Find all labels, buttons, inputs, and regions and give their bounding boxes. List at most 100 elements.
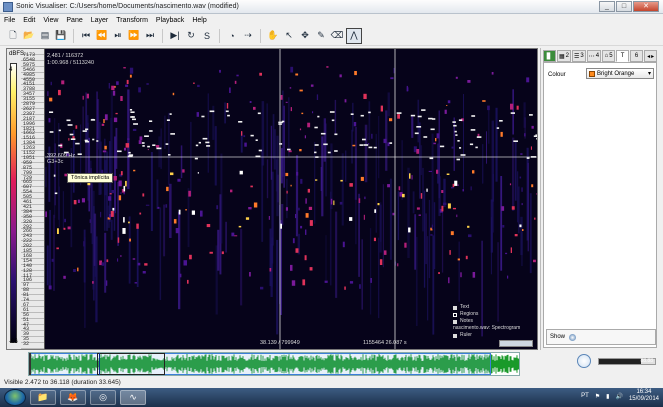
save-icon[interactable]: 💾 bbox=[54, 29, 68, 43]
layer-tabs: ▊ ▦ 2 ☰ 3 ⋯ 4 ⌂ 5 T 6 ◂ ▸ bbox=[543, 50, 658, 62]
legend-item: Notes bbox=[453, 318, 520, 325]
erase-icon[interactable]: ⌫ bbox=[330, 29, 344, 43]
db-bottom-label: -66 bbox=[9, 339, 18, 345]
overview-view-box[interactable] bbox=[97, 353, 165, 375]
network-icon[interactable]: ▮ bbox=[606, 393, 609, 400]
tab-scroll-arrows[interactable]: ◂ ▸ bbox=[644, 50, 658, 62]
selection-end-label: 1155464 26.087 s bbox=[363, 340, 407, 346]
tab-layer-1[interactable]: ▊ bbox=[543, 50, 556, 62]
playback-gain-slider[interactable]: 88.88 bbox=[598, 358, 656, 365]
legend-item: Ruler bbox=[453, 332, 520, 339]
select-arrow-icon[interactable]: ↖ bbox=[282, 29, 296, 43]
rewind-icon[interactable]: ⏪ bbox=[95, 29, 109, 43]
playback-speed-dial[interactable] bbox=[577, 354, 591, 368]
vertical-scale: dBFS 4 -66 7173 6548 5975 5466 4985 4550 4151 3… bbox=[7, 49, 45, 349]
solo-icon[interactable]: S bbox=[200, 29, 214, 43]
loop-icon[interactable]: ↻ bbox=[184, 29, 198, 43]
start-button[interactable] bbox=[4, 389, 26, 406]
language-indicator[interactable]: PT bbox=[581, 393, 589, 399]
tab-layer-2[interactable]: ▦ 2 bbox=[557, 50, 572, 62]
menu-layer[interactable]: Layer bbox=[87, 17, 113, 24]
menu-playback[interactable]: Playback bbox=[152, 17, 188, 24]
selection-start-label: 38.139 / 799949 bbox=[260, 340, 300, 346]
tab-layer-6[interactable]: 6 bbox=[630, 50, 644, 62]
chrome-icon[interactable]: ◎ bbox=[90, 390, 116, 405]
toolbar: 🗋 📂 ▤ 💾 ⏮ ⏪ ⏯ ⏩ ⏭ ▶| ↻ S ◔ ⇢ ✋ ↖ ✥ ✎ ⌫ ⋀ bbox=[0, 26, 663, 46]
new-file-icon[interactable]: 🗋 bbox=[6, 29, 20, 43]
menu-file[interactable]: File bbox=[0, 17, 19, 24]
note-readout: G3+3c bbox=[47, 159, 64, 165]
play-pause-icon[interactable]: ⏯ bbox=[111, 29, 125, 43]
draw-pen-icon[interactable]: ✎ bbox=[314, 29, 328, 43]
menu-pane[interactable]: Pane bbox=[62, 17, 86, 24]
show-toggle-icon[interactable] bbox=[569, 333, 577, 341]
spectrogram[interactable]: 2,481 / 116372 1:00.968 / 5113240 392.60… bbox=[45, 49, 537, 349]
maximize-button[interactable]: □ bbox=[616, 1, 632, 12]
colour-label: Colour bbox=[548, 72, 566, 78]
overview-waveform[interactable] bbox=[28, 352, 520, 376]
colour-value: Bright Orange bbox=[597, 70, 635, 77]
legend-item: Text bbox=[453, 304, 520, 311]
db-top-label: 4 bbox=[9, 67, 13, 73]
legend-swatch bbox=[453, 312, 457, 317]
menu-view[interactable]: View bbox=[39, 17, 62, 24]
view-scroll-button[interactable] bbox=[499, 340, 533, 347]
ruler-tab-icon: ☰ bbox=[574, 53, 580, 60]
show-layer-row: Show bbox=[546, 329, 656, 345]
play-selection-icon[interactable]: ▶| bbox=[168, 29, 182, 43]
rewind-start-icon[interactable]: ⏮ bbox=[79, 29, 93, 43]
menu-help[interactable]: Help bbox=[188, 17, 210, 24]
playback-cursor[interactable] bbox=[99, 353, 100, 375]
clock[interactable]: 16:34 15/09/2014 bbox=[629, 389, 659, 403]
legend-swatch bbox=[453, 319, 457, 324]
layer-legend: Text Regions Notes nascimento.wav: Spect… bbox=[453, 304, 520, 339]
frequency-tick-label: 32 bbox=[23, 341, 30, 348]
tab-layer-4[interactable]: ⋯ 4 bbox=[586, 50, 602, 62]
tab-layer-3[interactable]: ☰ 3 bbox=[572, 50, 586, 62]
time-readout: 1:00.968 / 5113240 bbox=[47, 60, 94, 66]
open-recent-icon[interactable]: ▤ bbox=[38, 29, 52, 43]
window-controls: _ □ ✕ bbox=[599, 1, 659, 12]
move-icon[interactable]: ✥ bbox=[298, 29, 312, 43]
legend-swatch bbox=[453, 333, 457, 338]
colour-scale-bar bbox=[10, 63, 17, 343]
tab-scroll-right-icon[interactable]: ▸ bbox=[651, 53, 654, 60]
tray-flag-icon[interactable]: ⚑ bbox=[595, 393, 600, 400]
clock-date: 15/09/2014 bbox=[628, 396, 659, 402]
volume-icon[interactable]: 🔊 bbox=[615, 393, 622, 400]
tab-scroll-left-icon[interactable]: ◂ bbox=[647, 53, 650, 60]
speed-icon[interactable]: ◔ bbox=[225, 29, 239, 43]
firefox-icon[interactable]: 🦊 bbox=[60, 390, 86, 405]
status-bar: Visible 2.472 to 36.118 (duration 33.645… bbox=[0, 378, 663, 388]
toolbar-separator bbox=[219, 28, 220, 43]
toolbar-separator bbox=[73, 28, 74, 43]
fast-forward-icon[interactable]: ⏩ bbox=[127, 29, 141, 43]
fast-forward-end-icon[interactable]: ⏭ bbox=[143, 29, 157, 43]
follow-icon[interactable]: ⇢ bbox=[241, 29, 255, 43]
property-panel: ▊ ▦ 2 ☰ 3 ⋯ 4 ⌂ 5 T 6 ◂ ▸ Colour Bright Orang… bbox=[540, 48, 658, 350]
minimize-button[interactable]: _ bbox=[599, 1, 615, 12]
text-annotation[interactable]: Tônica implícita bbox=[67, 173, 114, 183]
legend-swatch bbox=[453, 305, 457, 310]
tab-layer-text[interactable]: T bbox=[616, 50, 630, 62]
colour-dropdown[interactable]: Bright Orange ▾ bbox=[586, 68, 654, 79]
frame-readout: 2,481 / 116372 bbox=[47, 53, 84, 59]
gain-fill bbox=[599, 359, 641, 364]
navigate-hand-icon[interactable]: ✋ bbox=[266, 29, 280, 43]
menu-transform[interactable]: Transform bbox=[112, 17, 152, 24]
close-button[interactable]: ✕ bbox=[633, 1, 659, 12]
notes-tab-icon: ⋯ bbox=[588, 53, 595, 60]
clock-time: 16:34 bbox=[636, 389, 652, 395]
measure-icon[interactable]: ⋀ bbox=[346, 27, 362, 44]
tab-layer-5[interactable]: ⌂ 5 bbox=[602, 50, 616, 62]
menu-edit[interactable]: Edit bbox=[19, 17, 39, 24]
legend-item: Regions bbox=[453, 311, 520, 318]
open-file-icon[interactable]: 📂 bbox=[22, 29, 36, 43]
windows-taskbar: 📁 🦊 ◎ ∿ PT ⚑ ▮ 🔊 16:34 15/09/2014 bbox=[0, 388, 663, 407]
toolbar-separator bbox=[260, 28, 261, 43]
chevron-down-icon[interactable]: ▾ bbox=[648, 70, 651, 77]
sonic-visualiser-icon[interactable]: ∿ bbox=[120, 390, 146, 405]
main-pane[interactable]: dBFS 4 -66 7173 6548 5975 5466 4985 4550 4151 3… bbox=[6, 48, 538, 350]
explorer-icon[interactable]: 📁 bbox=[30, 390, 56, 405]
window-title: Sonic Visualiser: C:/Users/home/Document… bbox=[16, 3, 239, 10]
